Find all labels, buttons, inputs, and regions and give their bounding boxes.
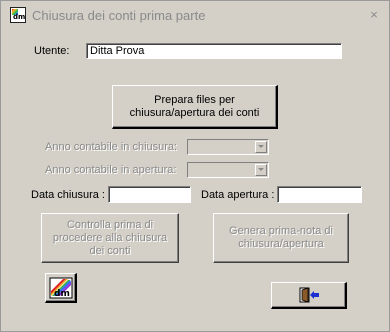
dm-logo-icon: dm — [49, 277, 72, 299]
title-bar: dm Chiusura dei conti prima parte × — [2, 2, 388, 28]
window-title: Chiusura dei conti prima parte — [32, 7, 206, 23]
opening-date-field[interactable] — [277, 186, 362, 203]
opening-date-label: Data apertura : — [201, 189, 275, 201]
logo-text: dm — [54, 289, 70, 299]
year-closing-label: Anno contabile in chiusura: — [45, 141, 178, 153]
dm-logo-icon: dm — [10, 7, 26, 23]
prepare-files-button-label: Prepara files per chiusura/apertura dei … — [129, 93, 260, 119]
year-closing-select[interactable] — [187, 139, 269, 155]
closing-date-label: Data chiusura : — [31, 189, 105, 201]
exit-button[interactable] — [271, 282, 347, 309]
user-label: Utente: — [34, 45, 70, 57]
check-before-closing-button[interactable]: Controlla prima di procedere alla chiusu… — [41, 213, 179, 263]
dialog-window: dm Chiusura dei conti prima parte × Uten… — [0, 0, 390, 332]
user-field[interactable] — [86, 43, 342, 59]
generate-entries-button[interactable]: Genera prima-nota di chiusura/apertura — [213, 213, 349, 263]
generate-entries-button-label: Genera prima-nota di chiusura/apertura — [229, 225, 333, 250]
prepare-files-button[interactable]: Prepara files per chiusura/apertura dei … — [112, 85, 278, 129]
exit-door-icon — [299, 287, 319, 303]
logo-button[interactable]: dm — [45, 273, 77, 303]
year-opening-select[interactable] — [187, 162, 269, 178]
chevron-down-icon[interactable] — [255, 164, 267, 176]
closing-date-field[interactable] — [108, 186, 191, 203]
check-before-closing-button-label: Controlla prima di procedere alla chiusu… — [52, 218, 168, 257]
app-icon-label: dm — [13, 13, 26, 21]
chevron-down-icon[interactable] — [255, 141, 267, 153]
year-opening-label: Anno contabile in apertura: — [45, 164, 177, 176]
close-button[interactable]: × — [366, 7, 382, 22]
